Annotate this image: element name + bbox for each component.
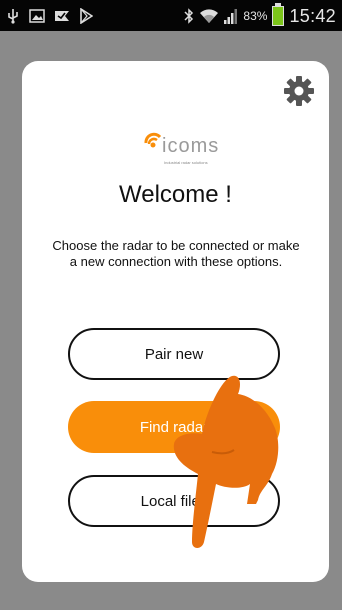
wifi-icon (199, 8, 219, 24)
checkmark-flag-icon (54, 9, 70, 23)
local-files-button-label: Local files (140, 492, 208, 510)
gear-icon[interactable] (283, 75, 315, 107)
page-title: Welcome ! (119, 181, 232, 208)
description-text: Choose the radar to be connected or make… (52, 238, 300, 269)
local-files-button[interactable]: Local files (68, 475, 280, 527)
status-bar: 83% 15:42 (0, 0, 342, 31)
logo-tagline: Industrial radar solutions (164, 160, 208, 165)
pair-button[interactable]: Pair new (68, 328, 280, 380)
app-logo: icoms Industrial radar solutions (142, 127, 238, 167)
bluetooth-icon (184, 8, 194, 24)
usb-icon (6, 8, 20, 24)
logo-mark-icon (144, 132, 162, 148)
logo-text: icoms (162, 135, 220, 157)
battery-percentage: 83% (243, 9, 268, 23)
play-store-icon (79, 8, 93, 24)
signal-icon (224, 8, 238, 24)
pair-button-label: Pair new (144, 345, 204, 363)
find-radar-button[interactable]: Find radar (68, 401, 280, 453)
clock: 15:42 (289, 5, 336, 26)
find-radar-button-label: Find radar (139, 418, 209, 436)
welcome-dialog: icoms Industrial radar solutions Welcome… (22, 61, 329, 582)
image-icon (29, 9, 45, 23)
battery-icon (272, 3, 285, 26)
